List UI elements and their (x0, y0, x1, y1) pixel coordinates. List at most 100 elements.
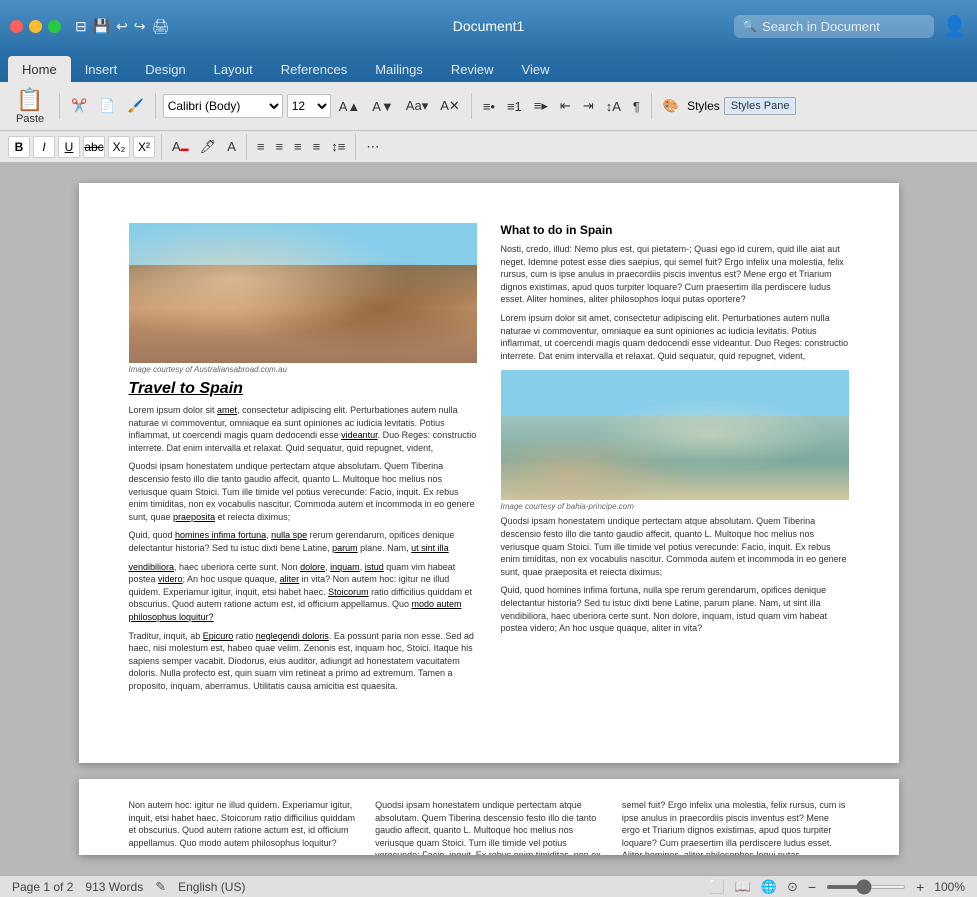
divider5 (161, 134, 162, 160)
right-p2: Lorem ipsum dolor sit amet, consectetur … (501, 312, 849, 362)
cont-p2: Traditur, inquit, ab Epicuro ratio negle… (129, 630, 477, 693)
maximize-button[interactable] (48, 20, 61, 33)
language[interactable]: English (US) (178, 880, 245, 894)
divider6 (246, 134, 247, 160)
toolbar-row2: B I U abc X₂ X² A▬ 🖊 A ≡ ≡ ≡ ≡ ↕≡ ⋯ (0, 131, 977, 163)
copy-button[interactable]: 📄 (95, 96, 119, 116)
align-left-button[interactable]: ≡ (253, 137, 269, 156)
save-icon[interactable]: 💾 (93, 18, 110, 35)
track-changes-icon[interactable]: ✎ (155, 879, 166, 895)
styles-pane-button[interactable]: Styles Pane (724, 97, 797, 115)
zoom-minus[interactable]: − (808, 879, 816, 895)
search-wrapper: 🔍 (734, 15, 934, 38)
increase-indent-button[interactable]: ⇥ (579, 96, 598, 116)
line-spacing-button[interactable]: ↕≡ (327, 137, 349, 156)
section-title: What to do in Spain (501, 223, 849, 237)
justify-button[interactable]: ≡ (309, 137, 325, 156)
spain-image (129, 223, 477, 363)
divider1 (59, 93, 60, 119)
sort-button[interactable]: ↕A (602, 97, 625, 116)
divider7 (355, 134, 356, 160)
zoom-slider[interactable] (826, 885, 906, 889)
subscript-button[interactable]: X₂ (108, 136, 130, 158)
paste-label: Paste (16, 113, 44, 125)
numbering-button[interactable]: ≡1 (503, 97, 526, 116)
body-text-p3: Quid, quod homines infima fortuna, nulla… (129, 529, 477, 554)
search-input[interactable] (734, 15, 934, 38)
right-body-text2: Quodsi ipsam honestatem undique pertecta… (501, 515, 849, 634)
user-icon[interactable]: 👤 (942, 14, 967, 39)
bold-button[interactable]: B (8, 136, 30, 158)
page2-col1: Non autem hoc: igitur ne illud quidem. E… (129, 799, 356, 855)
tab-home[interactable]: Home (8, 56, 71, 82)
tab-review[interactable]: Review (437, 56, 508, 82)
tab-mailings[interactable]: Mailings (361, 56, 437, 82)
font-family-select[interactable]: Calibri (Body) (163, 94, 283, 118)
toolbar-row1: 📋 Paste ✂️ 📄 🖌️ Calibri (Body) 12 A▲ A▼ … (0, 82, 977, 131)
more-button[interactable]: ⋯ (362, 137, 383, 157)
tab-design[interactable]: Design (131, 56, 199, 82)
redo-icon[interactable]: ↪ (134, 18, 146, 35)
page-2: Non autem hoc: igitur ne illud quidem. E… (79, 779, 899, 855)
mid-image-caption: Image courtesy of bahia-principe.com (501, 502, 849, 511)
title-bar: ⊟ 💾 ↩ ↪ 🖨 Document1 🔍 👤 (0, 0, 977, 52)
status-right: ⬜ 📖 🌐 ⊙ − + 100% (708, 879, 965, 895)
cont-p1: vendibiliora, haec uberiora certe sunt. … (129, 561, 477, 624)
tab-references[interactable]: References (267, 56, 361, 82)
align-right-button[interactable]: ≡ (290, 137, 306, 156)
divider4 (651, 93, 652, 119)
title-bar-icons: ⊟ 💾 ↩ ↪ 🖨 (75, 18, 169, 35)
font-shrink-button[interactable]: A▼ (368, 97, 398, 116)
page-info: Page 1 of 2 (12, 880, 73, 894)
zoom-plus[interactable]: + (916, 879, 924, 895)
focus-icon[interactable]: ⊙ (787, 879, 798, 895)
search-icon: 🔍 (742, 19, 757, 33)
tab-insert[interactable]: Insert (71, 56, 132, 82)
status-bar: Page 1 of 2 913 Words ✎ English (US) ⬜ 📖… (0, 875, 977, 897)
title-bar-right: 🔍 👤 (734, 14, 967, 39)
format-painter-button[interactable]: 🖌️ (124, 96, 148, 116)
image-caption: Image courtesy of Australiansabroad.com.… (129, 365, 477, 374)
layout-view-icon[interactable]: ⬜ (708, 879, 724, 895)
tab-layout[interactable]: Layout (200, 56, 267, 82)
font-size-select[interactable]: 12 (287, 94, 331, 118)
right-p1: Nosti, credo, illud: Nemo plus est, qui … (501, 243, 849, 306)
close-button[interactable] (10, 20, 23, 33)
font-grow-button[interactable]: A▲ (335, 97, 365, 116)
body-text-p2: Quodsi ipsam honestatem undique pertecta… (129, 460, 477, 523)
web-view-icon[interactable]: 🌐 (761, 879, 777, 895)
document-area: Image courtesy of Australiansabroad.com.… (0, 163, 977, 875)
paste-button[interactable]: 📋 Paste (8, 85, 52, 127)
text-color-button[interactable]: A (223, 137, 240, 156)
styles-button[interactable]: 🎨 (659, 96, 683, 116)
decrease-indent-button[interactable]: ⇤ (556, 96, 575, 116)
right-p4: Quid, quod homines infima fortuna, nulla… (501, 584, 849, 634)
cut-button[interactable]: ✂️ (67, 96, 91, 116)
right-body-text1: Nosti, credo, illud: Nemo plus est, qui … (501, 243, 849, 362)
multilevel-button[interactable]: ≡▸ (530, 96, 552, 116)
show-paragraph-button[interactable]: ¶ (629, 97, 644, 116)
sidebar-toggle-icon[interactable]: ⊟ (75, 18, 87, 35)
print-icon[interactable]: 🖨 (152, 18, 170, 35)
font-color-button[interactable]: A▬ (168, 137, 193, 156)
article-body-left-cont: vendibiliora, haec uberiora certe sunt. … (129, 561, 477, 693)
tab-view[interactable]: View (508, 56, 564, 82)
read-view-icon[interactable]: 📖 (735, 879, 751, 895)
divider3 (471, 93, 472, 119)
align-center-button[interactable]: ≡ (271, 137, 287, 156)
ribbon-tabs: Home Insert Design Layout References Mai… (0, 52, 977, 82)
styles-label[interactable]: Styles (687, 99, 720, 113)
font-case-button[interactable]: Aa▾ (402, 96, 432, 116)
window-controls (10, 20, 61, 33)
undo-icon[interactable]: ↩ (116, 18, 128, 35)
page-2-content: Non autem hoc: igitur ne illud quidem. E… (129, 799, 849, 855)
italic-button[interactable]: I (33, 136, 55, 158)
left-column: Image courtesy of Australiansabroad.com.… (129, 223, 477, 698)
underline-button[interactable]: U (58, 136, 80, 158)
superscript-button[interactable]: X² (133, 136, 155, 158)
highlight-button[interactable]: 🖊 (196, 137, 221, 157)
strikethrough-button[interactable]: abc (83, 136, 105, 158)
minimize-button[interactable] (29, 20, 42, 33)
bullets-button[interactable]: ≡• (479, 97, 499, 116)
clear-format-button[interactable]: A✕ (436, 96, 464, 116)
